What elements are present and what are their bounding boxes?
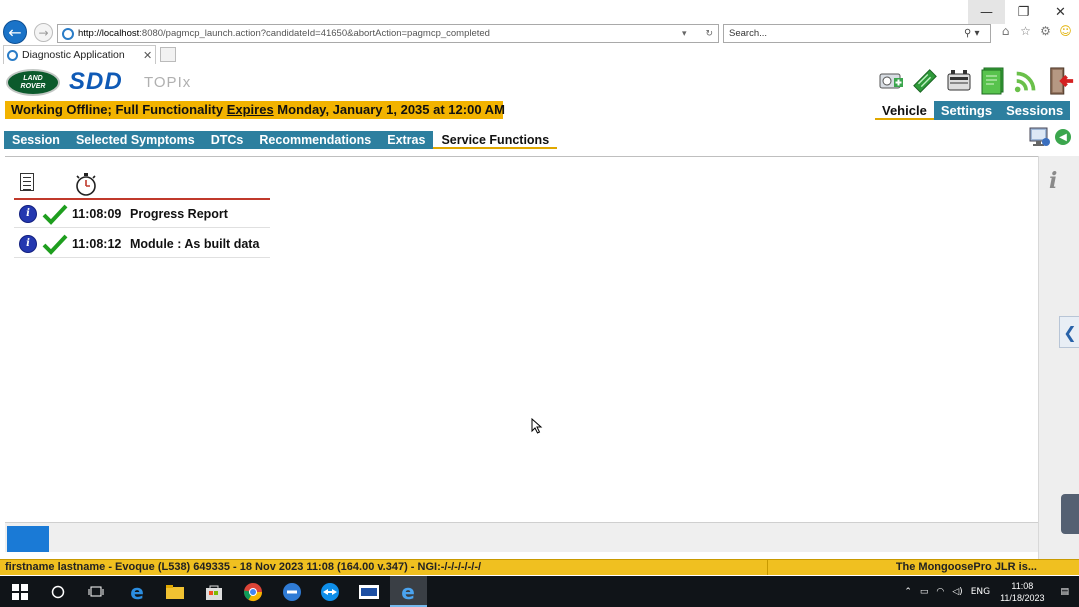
right-side-strip: i ❮ <box>1038 156 1079 561</box>
chrome-icon[interactable] <box>242 581 264 603</box>
log-time: 11:08:12 <box>72 236 122 251</box>
language-indicator[interactable]: ENG <box>971 587 990 597</box>
side-handle[interactable] <box>1061 494 1079 534</box>
log-message: Module : As built data <box>130 236 260 251</box>
collapse-panel-chevron-icon[interactable]: ❮ <box>1059 316 1079 348</box>
notification-icon[interactable]: ▤ <box>1060 587 1069 597</box>
session-status-text: firstname lastname - Evoque (L538) 64933… <box>5 561 482 573</box>
ie-tab-icon <box>7 49 18 61</box>
refresh-icon[interactable]: ↻ <box>705 29 713 39</box>
search-icon[interactable]: ⚲ ▾ <box>964 28 990 39</box>
tab-dtcs[interactable]: DTCs <box>202 131 252 149</box>
sdd-logo: SDD <box>69 68 123 95</box>
volume-icon[interactable]: ◁) <box>952 587 962 597</box>
app-header: LAND ROVER SDD TOPIx <box>0 65 1079 100</box>
info-icon: i <box>19 204 37 223</box>
document-icon[interactable] <box>20 173 34 191</box>
battery-icon[interactable] <box>945 65 973 97</box>
clock-time: 11:08 <box>1011 580 1034 591</box>
vci-manager-icon[interactable] <box>877 65 905 97</box>
system-tray: ⌃ ▭ ◠ ◁) ENG 11:08 11/18/2023 ▤ <box>896 576 1079 607</box>
mouse-pointer-icon <box>531 418 543 434</box>
browser-toolbar-icons: ⌂ ☆ ⚙ ☺ <box>998 23 1073 39</box>
sdd-taskbar-icon[interactable] <box>358 581 380 603</box>
footer-action-button[interactable] <box>7 526 49 552</box>
clock[interactable]: 11:08 11/18/2023 <box>1000 580 1044 604</box>
dropdown-arrow-icon[interactable]: ▾ <box>682 29 687 39</box>
tab-extras[interactable]: Extras <box>379 131 434 149</box>
expires-link[interactable]: Expires <box>227 102 274 117</box>
nav-settings[interactable]: Settings <box>933 101 1000 120</box>
app-blue-circle-icon[interactable] <box>281 581 303 603</box>
vci-status-text: The MongoosePro JLR is... <box>767 560 1079 575</box>
address-tools: ▾ ↻ <box>682 29 718 39</box>
session-tools: ◀ <box>1029 125 1071 149</box>
task-view-icon[interactable] <box>85 581 107 603</box>
wifi-icon[interactable]: ◠ <box>936 587 944 597</box>
computer-monitor-icon[interactable] <box>1029 125 1051 149</box>
store-icon[interactable] <box>203 581 225 603</box>
tab-selected-symptoms[interactable]: Selected Symptoms <box>67 131 203 149</box>
nav-vehicle[interactable]: Vehicle <box>875 101 934 120</box>
windows-taskbar: e e ⌃ ▭ ◠ ◁) ENG 11:08 11/18/2023 ▤ <box>0 576 1079 607</box>
file-explorer-icon[interactable] <box>164 581 186 603</box>
search-placeholder: Search... <box>729 28 768 39</box>
top-nav: Vehicle Settings Sessions <box>875 101 1071 120</box>
browser-tab-row: Diagnostic Application ✕ <box>0 44 1079 65</box>
tab-service-functions[interactable]: Service Functions <box>433 131 558 149</box>
stopwatch-icon[interactable] <box>74 172 98 196</box>
log-column-header <box>14 170 270 200</box>
browser-tab[interactable]: Diagnostic Application ✕ <box>3 45 156 64</box>
topix-link[interactable]: TOPIx <box>144 74 191 91</box>
tab-session[interactable]: Session <box>4 131 68 149</box>
next-arrow-icon[interactable]: ◀ <box>1055 129 1071 145</box>
tab-recommendations[interactable]: Recommendations <box>251 131 380 149</box>
session-tabs-row: Session Selected Symptoms DTCs Recommend… <box>0 127 1079 152</box>
offline-license-banner: Working Offline; Full Functionality Expi… <box>5 101 505 119</box>
header-toolbar <box>877 65 1075 97</box>
log-row[interactable]: i 11:08:12 Module : As built data <box>14 230 270 258</box>
info-icon: i <box>19 234 37 253</box>
banner-row: Working Offline; Full Functionality Expi… <box>0 100 1079 120</box>
url-text: http://localhost:8080/pagmcp_launch.acti… <box>78 28 490 39</box>
favorites-star-icon[interactable]: ☆ <box>1018 23 1033 39</box>
windows-start-icon[interactable] <box>9 581 31 603</box>
settings-gear-icon[interactable]: ⚙ <box>1038 23 1053 39</box>
tab-title: Diagnostic Application <box>22 49 125 61</box>
nav-sessions[interactable]: Sessions <box>999 101 1071 120</box>
checkmark-icon <box>42 204 68 225</box>
address-bar[interactable]: http://localhost:8080/pagmcp_launch.acti… <box>57 24 719 43</box>
checkmark-icon <box>42 234 68 255</box>
land-rover-logo: LAND ROVER <box>6 69 60 96</box>
browser-address-row: ← → http://localhost:8080/pagmcp_launch.… <box>0 19 1079 45</box>
battery-tray-icon[interactable]: ▭ <box>920 587 929 597</box>
new-tab-button[interactable] <box>160 47 176 62</box>
notes-book-icon[interactable] <box>979 65 1007 97</box>
search-box[interactable]: Search... ⚲ ▾ <box>723 24 991 43</box>
back-arrow-icon[interactable]: ← <box>3 20 27 44</box>
ie-page-icon <box>62 27 74 40</box>
chevron-up-icon[interactable]: ⌃ <box>904 587 912 597</box>
clock-date: 11/18/2023 <box>1000 592 1045 603</box>
cables-icon[interactable] <box>911 65 939 97</box>
status-bar: firstname lastname - Evoque (L538) 64933… <box>0 559 1079 575</box>
internet-explorer-icon[interactable]: e <box>397 580 419 604</box>
search-circle-icon[interactable] <box>47 581 69 603</box>
footer-panel <box>5 522 1038 552</box>
log-time: 11:08:09 <box>72 206 122 221</box>
tab-close-icon[interactable]: ✕ <box>143 49 155 62</box>
session-tabs: Session Selected Symptoms DTCs Recommend… <box>4 131 558 149</box>
forward-arrow-icon[interactable]: → <box>34 23 53 42</box>
log-message: Progress Report <box>130 206 228 221</box>
log-row[interactable]: i 11:08:09 Progress Report <box>14 200 270 228</box>
wireless-signal-icon[interactable] <box>1013 65 1041 97</box>
feedback-smiley-icon[interactable]: ☺ <box>1058 23 1073 39</box>
teamviewer-icon[interactable] <box>319 581 341 603</box>
exit-door-icon[interactable] <box>1047 65 1075 97</box>
info-italic-icon[interactable]: i <box>1049 168 1057 194</box>
edge-browser-icon[interactable]: e <box>126 580 148 604</box>
home-icon[interactable]: ⌂ <box>998 23 1013 39</box>
